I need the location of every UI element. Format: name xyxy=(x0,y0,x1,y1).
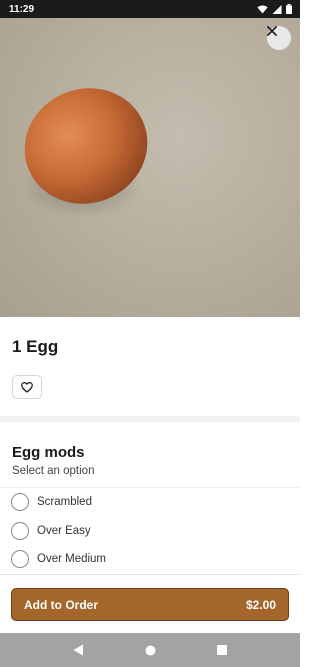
option-over-easy[interactable]: Over Easy xyxy=(0,517,300,546)
system-nav-bar xyxy=(0,633,300,667)
modifier-group-subtitle: Select an option xyxy=(12,465,95,477)
add-to-order-button[interactable]: Add to Order $2.00 xyxy=(11,588,289,621)
status-time: 11:29 xyxy=(9,3,35,15)
home-button[interactable] xyxy=(136,636,164,664)
radio-button[interactable] xyxy=(11,493,29,512)
battery-icon xyxy=(286,4,292,14)
order-footer: Add to Order $2.00 xyxy=(0,574,300,633)
back-icon xyxy=(73,644,83,656)
modifier-group-header: Egg mods Select an option xyxy=(0,422,300,488)
egg-photo xyxy=(22,88,148,218)
radio-button[interactable] xyxy=(11,521,29,540)
add-to-order-label: Add to Order xyxy=(24,597,98,612)
close-button[interactable] xyxy=(267,26,291,50)
home-icon xyxy=(145,645,155,655)
option-label: Over Medium xyxy=(37,553,107,566)
favorite-button[interactable] xyxy=(12,375,42,399)
option-scrambled[interactable]: Scrambled xyxy=(0,488,300,517)
item-title: 1 Egg xyxy=(12,337,59,356)
radio-button[interactable] xyxy=(11,550,29,569)
option-label: Over Easy xyxy=(37,524,91,537)
order-price: $2.00 xyxy=(245,597,276,612)
item-image xyxy=(0,18,300,317)
recents-icon xyxy=(217,645,227,655)
wifi-icon xyxy=(257,5,268,14)
option-over-medium[interactable]: Over Medium xyxy=(0,545,300,574)
option-label: Scrambled xyxy=(37,496,92,509)
item-header: 1 Egg xyxy=(0,317,300,416)
modifier-group-title: Egg mods xyxy=(12,444,85,461)
close-icon xyxy=(267,26,277,36)
cellular-signal-icon xyxy=(272,4,282,14)
recents-button[interactable] xyxy=(208,636,236,664)
heart-outline-icon xyxy=(21,381,33,393)
back-button[interactable] xyxy=(64,636,92,664)
modifier-group: Egg mods Select an option Scrambled Over… xyxy=(0,422,300,574)
status-bar: 11:29 xyxy=(0,0,300,18)
status-icons xyxy=(257,4,292,14)
